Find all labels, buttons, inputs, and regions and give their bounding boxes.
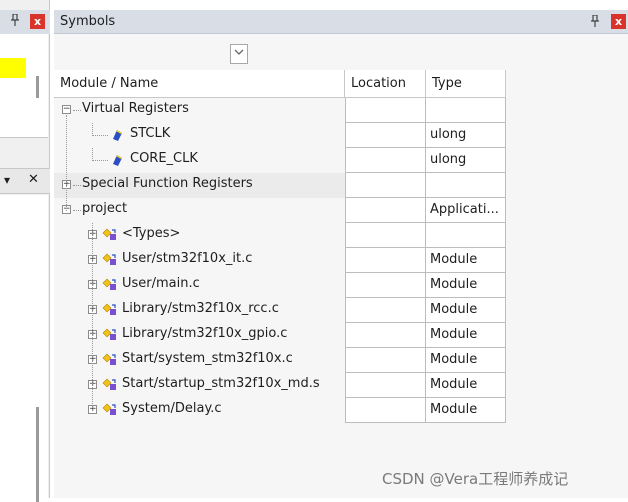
type-cell[interactable]: Module xyxy=(426,348,506,373)
chevron-down-icon[interactable]: ▾ xyxy=(4,173,10,187)
tree-row-label: Start/system_stm32f10x.c xyxy=(122,351,293,366)
left-panel-header: x xyxy=(0,10,50,34)
type-cell[interactable] xyxy=(426,173,506,198)
module-icon xyxy=(102,228,116,242)
tree-row-name-cell[interactable]: − project xyxy=(54,198,345,223)
type-cell[interactable] xyxy=(426,98,506,123)
tree-row-label: Special Function Registers xyxy=(82,176,253,191)
column-header-location[interactable]: Location xyxy=(345,70,426,98)
scrollbar[interactable] xyxy=(36,407,39,502)
location-cell[interactable] xyxy=(345,323,426,348)
location-cell[interactable] xyxy=(345,198,426,223)
window-title: Symbols xyxy=(60,14,116,29)
type-cell[interactable]: Module xyxy=(426,298,506,323)
column-header-name[interactable]: Module / Name xyxy=(54,70,345,98)
tree-row-label: User/stm32f10x_it.c xyxy=(122,251,253,266)
module-icon xyxy=(102,328,116,342)
tree-row-name-cell[interactable]: + System/Delay.c xyxy=(54,398,345,423)
second-panel-header: ▾ ✕ xyxy=(0,168,50,194)
tree-connector xyxy=(92,223,93,410)
tree-connector xyxy=(66,115,67,211)
tree-row-label: System/Delay.c xyxy=(122,401,222,416)
type-cell[interactable]: ulong xyxy=(426,148,506,173)
location-cell[interactable] xyxy=(345,223,426,248)
module-icon xyxy=(102,278,116,292)
tree-row-label: <Types> xyxy=(122,226,181,241)
location-cell[interactable] xyxy=(345,173,426,198)
second-panel-content xyxy=(0,195,48,502)
location-cell[interactable] xyxy=(345,348,426,373)
filter-dropdown[interactable] xyxy=(230,44,248,64)
register-icon xyxy=(110,153,124,167)
tree-row-label: Library/stm32f10x_gpio.c xyxy=(122,326,288,341)
tree-row-label: project xyxy=(82,201,128,216)
type-cell[interactable]: Applicati... xyxy=(426,198,506,223)
type-cell[interactable]: Module xyxy=(426,398,506,423)
left-panel-content xyxy=(0,34,48,138)
highlight-marker xyxy=(0,58,26,78)
location-cell[interactable] xyxy=(345,298,426,323)
tree-connector xyxy=(73,185,81,186)
tree-connector xyxy=(73,210,81,211)
type-cell[interactable]: Module xyxy=(426,373,506,398)
tree-row-name-cell[interactable]: + Library/stm32f10x_gpio.c xyxy=(54,323,345,348)
pin-icon[interactable] xyxy=(590,14,600,30)
tree-row-name-cell[interactable]: + User/stm32f10x_it.c xyxy=(54,248,345,273)
chevron-down-icon xyxy=(234,48,244,59)
type-cell[interactable] xyxy=(426,223,506,248)
scrollbar[interactable] xyxy=(36,76,39,98)
tree-row-name-cell[interactable]: STCLK xyxy=(54,123,345,148)
module-icon xyxy=(102,303,116,317)
close-icon[interactable]: ✕ xyxy=(28,172,39,187)
type-cell[interactable]: Module xyxy=(426,248,506,273)
location-cell[interactable] xyxy=(345,373,426,398)
register-icon xyxy=(110,128,124,142)
left-docked-panel: x ▾ ✕ xyxy=(0,0,50,502)
column-header-type[interactable]: Type xyxy=(426,70,506,98)
location-cell[interactable] xyxy=(345,98,426,123)
location-cell[interactable] xyxy=(345,248,426,273)
type-cell[interactable]: ulong xyxy=(426,123,506,148)
tree-row-label: User/main.c xyxy=(122,276,200,291)
symbols-title-bar: Symbols x xyxy=(54,10,628,34)
collapse-icon[interactable]: − xyxy=(62,105,71,114)
module-icon xyxy=(102,253,116,267)
type-cell[interactable]: Module xyxy=(426,273,506,298)
tree-connector xyxy=(73,110,81,111)
tree-row-name-cell[interactable]: + Start/system_stm32f10x.c xyxy=(54,348,345,373)
tree-row-label: Virtual Registers xyxy=(82,101,189,116)
tree-row-label: STCLK xyxy=(130,126,171,141)
tree-row-name-cell[interactable]: + User/main.c xyxy=(54,273,345,298)
tree-row-name-cell[interactable]: − Virtual Registers xyxy=(54,98,345,123)
module-icon xyxy=(102,378,116,392)
tree-row-label: CORE_CLK xyxy=(130,151,198,166)
tree-row-label: Library/stm32f10x_rcc.c xyxy=(122,301,279,316)
close-symbols-button[interactable]: x xyxy=(611,14,626,29)
tree-connector xyxy=(92,135,108,136)
watermark: CSDN @Vera工程师养成记 xyxy=(382,470,569,488)
tree-row-name-cell[interactable]: + <Types> xyxy=(54,223,345,248)
close-left-panel-button[interactable]: x xyxy=(30,14,45,29)
location-cell[interactable] xyxy=(345,148,426,173)
tree-row-name-cell[interactable]: + Start/startup_stm32f10x_md.s xyxy=(54,373,345,398)
module-icon xyxy=(102,353,116,367)
tree-row-label: Start/startup_stm32f10x_md.s xyxy=(122,376,320,391)
tree-row-name-cell[interactable]: + Library/stm32f10x_rcc.c xyxy=(54,298,345,323)
type-cell[interactable]: Module xyxy=(426,323,506,348)
tree-row-name-cell[interactable]: + Special Function Registers xyxy=(54,173,345,198)
tree-row-name-cell[interactable]: CORE_CLK xyxy=(54,148,345,173)
location-cell[interactable] xyxy=(345,273,426,298)
symbols-toolbar xyxy=(54,34,628,70)
location-cell[interactable] xyxy=(345,123,426,148)
symbols-tree-grid: Module / Name Location Type − Virtual Reg… xyxy=(54,70,628,498)
tree-connector xyxy=(92,160,108,161)
pin-icon[interactable] xyxy=(10,13,20,29)
location-cell[interactable] xyxy=(345,398,426,423)
module-icon xyxy=(102,403,116,417)
